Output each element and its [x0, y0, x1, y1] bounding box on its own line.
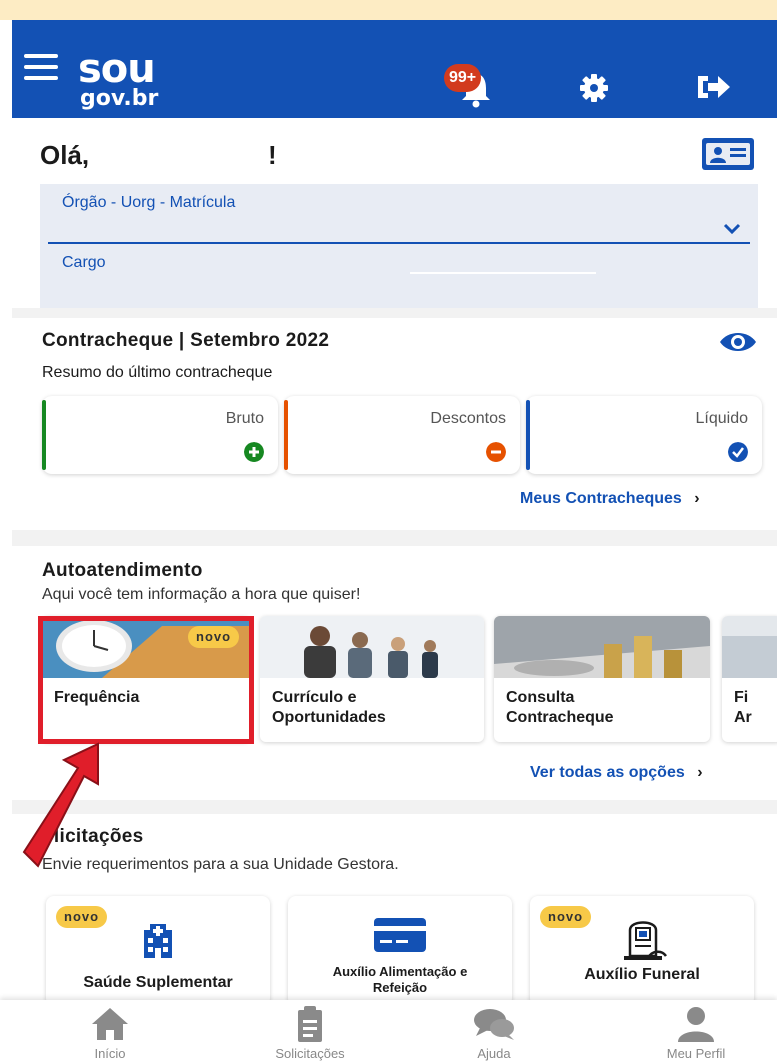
paycheck-title: Contracheque | Setembro 2022 [42, 330, 330, 351]
cargo-value-line [410, 272, 596, 274]
self-service-title: Autoatendimento [42, 560, 203, 581]
frequency-card[interactable]: novo Frequência [42, 616, 250, 742]
funeral-allowance-card[interactable]: novo Auxílio Funeral [530, 896, 754, 1006]
new-badge: novo [188, 626, 240, 648]
settings-button[interactable] [578, 72, 610, 104]
plus-circle-icon [244, 442, 264, 462]
curriculum-title-line1: Currículo e [272, 689, 357, 706]
my-paychecks-link-label: Meus Contracheques [520, 490, 682, 507]
funeral-icon [624, 921, 668, 960]
frequency-card-title: Frequência [54, 689, 140, 706]
clipboard-icon [298, 1006, 322, 1042]
logo-govbr-text: gov.br [80, 86, 159, 111]
nav-help-label: Ajuda [477, 1046, 511, 1061]
my-paychecks-link[interactable]: Meus Contracheques › [520, 490, 700, 508]
curriculum-card-title: Currículo e Oportunidades [272, 688, 386, 728]
cargo-label: Cargo [62, 254, 106, 271]
see-all-options-link-label: Ver todas as opções [530, 764, 685, 781]
section-divider [12, 800, 777, 814]
top-strip [0, 0, 777, 20]
see-all-options-link[interactable]: Ver todas as opções › [530, 764, 703, 782]
requests-subtitle: Envie requerimentos para a sua Unidade G… [42, 856, 399, 873]
home-icon [92, 1008, 128, 1040]
nav-home[interactable]: Início [40, 1000, 180, 1063]
paycheck-query-card[interactable]: Consulta Contracheque [494, 616, 710, 742]
chat-icon [474, 1009, 514, 1040]
deductions-card-accent [284, 400, 288, 470]
gross-card-accent [42, 400, 46, 470]
paycheck-query-title-line1: Consulta [506, 689, 575, 706]
deductions-label: Descontos [430, 410, 506, 427]
net-card-accent [526, 400, 530, 470]
greeting-suffix: ! [268, 140, 277, 170]
partial-title-line1: Fi [734, 689, 749, 706]
gear-icon [580, 74, 608, 102]
requests-title: olicitações [42, 826, 144, 847]
hospital-icon [144, 924, 172, 958]
card-icon [374, 918, 426, 952]
chevron-down-icon[interactable] [722, 222, 742, 236]
coins-image [494, 616, 710, 678]
greeting: Olá, ! [40, 140, 277, 171]
gross-label: Bruto [225, 410, 264, 427]
office-image [722, 616, 777, 678]
org-label: Órgão - Uorg - Matrícula [62, 194, 236, 211]
org-select-underline [48, 242, 750, 244]
net-card[interactable]: Líquido [526, 396, 762, 474]
health-plan-card[interactable]: novo Saúde Suplementar [46, 896, 270, 1006]
hamburger-menu-icon[interactable] [24, 52, 60, 82]
meal-allowance-title-line1: Auxílio Alimentação e [332, 964, 468, 979]
nav-requests-label: Solicitações [275, 1046, 345, 1061]
self-service-subtitle: Aqui você tem informação a hora que quis… [42, 586, 361, 603]
nav-profile-label: Meu Perfil [666, 1046, 726, 1061]
curriculum-card[interactable]: Currículo e Oportunidades [260, 616, 484, 742]
paycheck-query-title-line2: Contracheque [506, 709, 614, 726]
minus-circle-icon [486, 442, 506, 462]
chevron-right-icon: › [697, 764, 703, 781]
toggle-visibility-button[interactable] [718, 330, 758, 354]
bottom-navigation: Início Solicitações Ajuda Meu Perfil [0, 1000, 777, 1063]
section-divider [12, 530, 777, 546]
partial-card-title: Fi Ar [734, 688, 752, 728]
nav-home-label: Início [94, 1046, 126, 1061]
sougovbr-logo: sou gov.br [78, 46, 208, 111]
net-label: Líquido [695, 410, 749, 427]
nav-requests[interactable]: Solicitações [240, 1000, 380, 1063]
partial-title-line2: Ar [734, 709, 752, 726]
id-card-icon [702, 138, 754, 170]
nav-help[interactable]: Ajuda [424, 1000, 564, 1063]
funeral-allowance-card-title: Auxílio Funeral [584, 966, 700, 983]
greeting-text: Olá, [40, 140, 90, 170]
partial-card[interactable]: Fi Ar [722, 616, 777, 742]
notification-badge: 99+ [444, 64, 482, 92]
eye-icon [720, 333, 756, 351]
servant-info-box: Órgão - Uorg - Matrícula Cargo [40, 184, 758, 308]
logout-button[interactable] [692, 70, 732, 104]
user-icon [678, 1007, 714, 1042]
meal-allowance-card[interactable]: Auxílio Alimentação e Refeição [288, 896, 512, 1006]
paycheck-subtitle: Resumo do último contracheque [42, 364, 273, 381]
deductions-card[interactable]: Descontos [284, 396, 520, 474]
curriculum-title-line2: Oportunidades [272, 709, 386, 726]
gross-card[interactable]: Bruto [42, 396, 278, 474]
check-circle-icon [728, 442, 748, 462]
meal-allowance-card-title: Auxílio Alimentação e Refeição [288, 964, 512, 996]
section-divider [12, 308, 777, 318]
new-badge: novo [56, 906, 108, 928]
people-image [260, 616, 484, 678]
notifications-button[interactable]: 99+ [444, 64, 504, 108]
meal-allowance-title-line2: Refeição [372, 980, 428, 995]
paycheck-query-card-title: Consulta Contracheque [506, 688, 614, 728]
new-badge: novo [540, 906, 592, 928]
id-card-button[interactable] [700, 136, 756, 172]
nav-profile[interactable]: Meu Perfil [626, 1000, 766, 1063]
logout-icon [698, 76, 730, 98]
chevron-right-icon: › [694, 490, 700, 507]
health-plan-card-title: Saúde Suplementar [83, 974, 233, 991]
